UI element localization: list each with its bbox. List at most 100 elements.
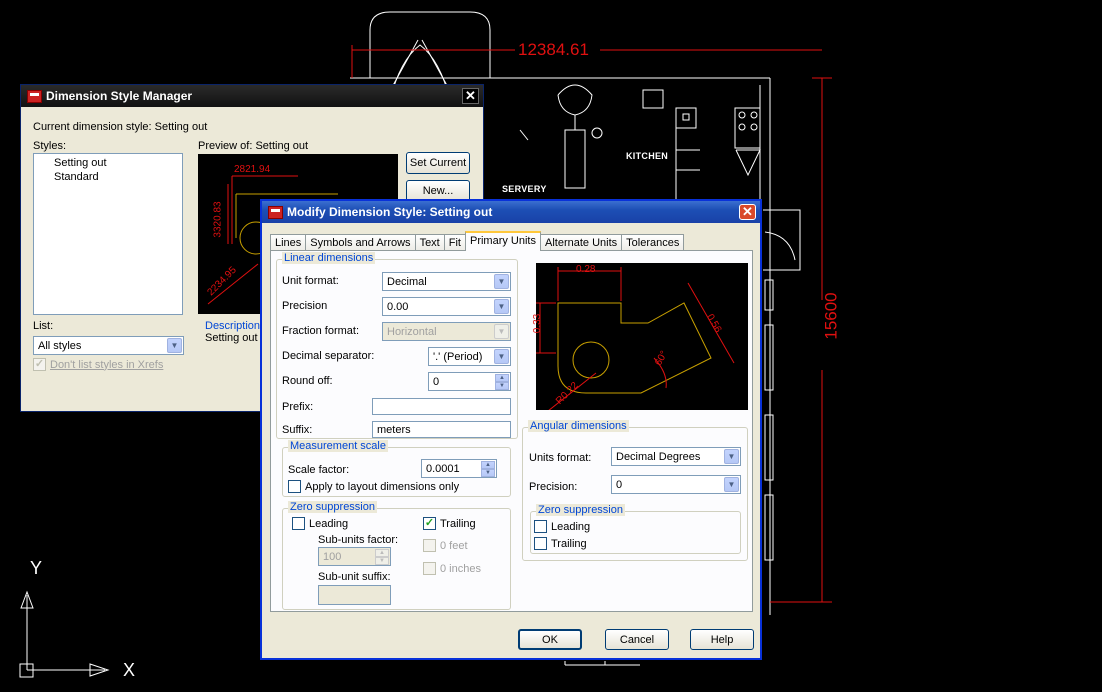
decimal-separator-value: '.' (Period) <box>433 350 483 363</box>
dsm-close-icon[interactable]: ✕ <box>462 88 479 104</box>
angular-trailing-label: Trailing <box>551 537 587 550</box>
ucs-y-label: Y <box>30 558 43 578</box>
styles-label: Styles: <box>33 140 67 152</box>
zero-feet-checkbox[interactable]: 0 feet <box>423 539 468 552</box>
list-label: List: <box>33 320 54 332</box>
style-item-standard[interactable]: Standard <box>54 171 99 183</box>
unit-format-select[interactable]: Decimal ▼ <box>382 272 511 291</box>
mds-title: Modify Dimension Style: Setting out <box>287 205 493 219</box>
sub-unit-suffix-input[interactable] <box>318 585 391 605</box>
tab-symbols-and-arrows[interactable]: Symbols and Arrows <box>305 234 416 251</box>
apply-layout-label: Apply to layout dimensions only <box>305 480 460 493</box>
angular-precision-select[interactable]: 0 ▼ <box>611 475 741 494</box>
spinner-arrows[interactable]: ▲ ▼ <box>375 549 389 565</box>
styles-listbox[interactable]: Setting out Standard <box>33 153 183 315</box>
fraction-format-value: Horizontal <box>387 325 437 338</box>
linear-trailing-checkbox[interactable]: ✓ Trailing <box>423 517 476 530</box>
chevron-down-icon[interactable]: ▼ <box>724 477 739 492</box>
fraction-format-select[interactable]: Horizontal ▼ <box>382 322 511 341</box>
angular-units-format-select[interactable]: Decimal Degrees ▼ <box>611 447 741 466</box>
mds-preview-dim-1: 0.28 <box>576 264 596 275</box>
sub-unit-suffix-label: Sub-unit suffix: <box>318 571 391 583</box>
angular-precision-value: 0 <box>616 478 623 491</box>
zero-suppression-linear-title: Zero suppression <box>288 501 377 513</box>
round-off-label: Round off: <box>282 375 333 387</box>
zero-suppression-angular-title: Zero suppression <box>536 504 625 516</box>
prefix-input[interactable] <box>372 398 511 415</box>
preview-label: Preview of: Setting out <box>198 140 309 152</box>
precision-label: Precision <box>282 300 328 312</box>
round-off-value: 0 <box>433 375 440 388</box>
unit-format-value: Decimal <box>387 275 427 288</box>
chevron-down-icon[interactable]: ▼ <box>724 449 739 464</box>
decimal-separator-select[interactable]: '.' (Period) ▼ <box>428 347 511 366</box>
apply-layout-checkbox[interactable]: Apply to layout dimensions only <box>288 480 459 493</box>
mds-close-icon[interactable]: ✕ <box>739 204 756 220</box>
units-format-label: Units format: <box>529 452 592 464</box>
tab-tolerances[interactable]: Tolerances <box>621 234 685 251</box>
scale-factor-value: 0.0001 <box>426 462 460 475</box>
suffix-input[interactable]: meters <box>372 421 511 438</box>
right-dimension-text: 15600 <box>821 292 841 340</box>
dont-list-xrefs-checkbox[interactable]: ✓ Don't list styles in Xrefs <box>33 358 163 371</box>
mds-preview-canvas: 0.28 0.33 0.56 60° R0.22 <box>532 263 748 412</box>
scale-factor-label: Scale factor: <box>288 464 350 476</box>
tab-lines[interactable]: Lines <box>270 234 307 251</box>
angular-leading-label: Leading <box>551 520 591 533</box>
mds-titlebar[interactable]: Modify Dimension Style: Setting out ✕ <box>262 201 760 223</box>
mds-preview-dim-2: 0.33 <box>532 313 544 334</box>
scale-factor-spinner[interactable]: 0.0001 ▲ ▼ <box>421 459 497 478</box>
cancel-button[interactable]: Cancel <box>605 629 669 650</box>
zero-inches-label: 0 inches <box>440 562 481 575</box>
tab-alternate-units[interactable]: Alternate Units <box>540 234 623 251</box>
help-button[interactable]: Help <box>690 629 754 650</box>
list-filter-select[interactable]: All styles ▼ <box>33 336 184 355</box>
angular-leading-checkbox[interactable]: Leading <box>534 520 590 533</box>
precision-value: 0.00 <box>387 300 409 313</box>
angular-dimensions-title: Angular dimensions <box>528 420 629 432</box>
checkbox-box <box>423 562 436 575</box>
ok-button[interactable]: OK <box>518 629 582 650</box>
dsm-title: Dimension Style Manager <box>46 89 193 103</box>
primary-units-panel: Linear dimensions Unit format: Decimal ▼… <box>270 250 753 612</box>
sub-units-factor-value: 100 <box>323 550 342 563</box>
round-off-spinner[interactable]: 0 ▲ ▼ <box>428 372 511 391</box>
linear-leading-checkbox[interactable]: Leading <box>292 517 348 530</box>
ucs-x-label: X <box>123 660 136 680</box>
linear-leading-label: Leading <box>309 517 349 530</box>
chevron-down-icon[interactable]: ▼ <box>494 349 509 364</box>
tab-primary-units[interactable]: Primary Units <box>464 231 541 251</box>
decimal-separator-label: Decimal separator: <box>282 350 375 362</box>
chevron-down-icon[interactable]: ▼ <box>494 299 509 314</box>
angular-trailing-checkbox[interactable]: Trailing <box>534 537 587 550</box>
servery-label: SERVERY <box>502 184 547 194</box>
spinner-arrows[interactable]: ▲ ▼ <box>481 461 495 477</box>
angular-precision-label: Precision: <box>529 481 578 493</box>
linear-dimensions-title: Linear dimensions <box>282 252 376 264</box>
chevron-down-icon[interactable]: ▼ <box>167 338 182 353</box>
dsm-preview-dim-2: 3320.83 <box>212 201 224 238</box>
description-value: Setting out <box>205 332 258 344</box>
tab-fit[interactable]: Fit <box>443 234 466 251</box>
fraction-format-label: Fraction format: <box>282 325 360 337</box>
style-item-setting-out[interactable]: Setting out <box>54 157 107 169</box>
tab-text[interactable]: Text <box>414 234 445 251</box>
angular-units-format-value: Decimal Degrees <box>616 450 701 463</box>
checkbox-box <box>534 520 547 533</box>
sub-units-factor-spinner[interactable]: 100 ▲ ▼ <box>318 547 391 566</box>
chevron-down-icon[interactable]: ▼ <box>494 274 509 289</box>
checkbox-box <box>534 537 547 550</box>
measurement-scale-title: Measurement scale <box>288 440 388 452</box>
checkbox-box: ✓ <box>33 358 46 371</box>
chevron-down-icon[interactable]: ▼ <box>494 324 509 339</box>
linear-trailing-label: Trailing <box>440 517 476 530</box>
dsm-titlebar[interactable]: Dimension Style Manager ✕ <box>21 85 483 107</box>
spinner-arrows[interactable]: ▲ ▼ <box>495 374 509 390</box>
kitchen-label: KITCHEN <box>626 151 669 161</box>
dont-list-xrefs-label: Don't list styles in Xrefs <box>50 358 164 371</box>
autocad-app-icon <box>27 89 42 103</box>
precision-select[interactable]: 0.00 ▼ <box>382 297 511 316</box>
set-current-button[interactable]: Set Current <box>406 152 470 174</box>
zero-inches-checkbox[interactable]: 0 inches <box>423 562 481 575</box>
sub-units-factor-label: Sub-units factor: <box>318 534 399 546</box>
